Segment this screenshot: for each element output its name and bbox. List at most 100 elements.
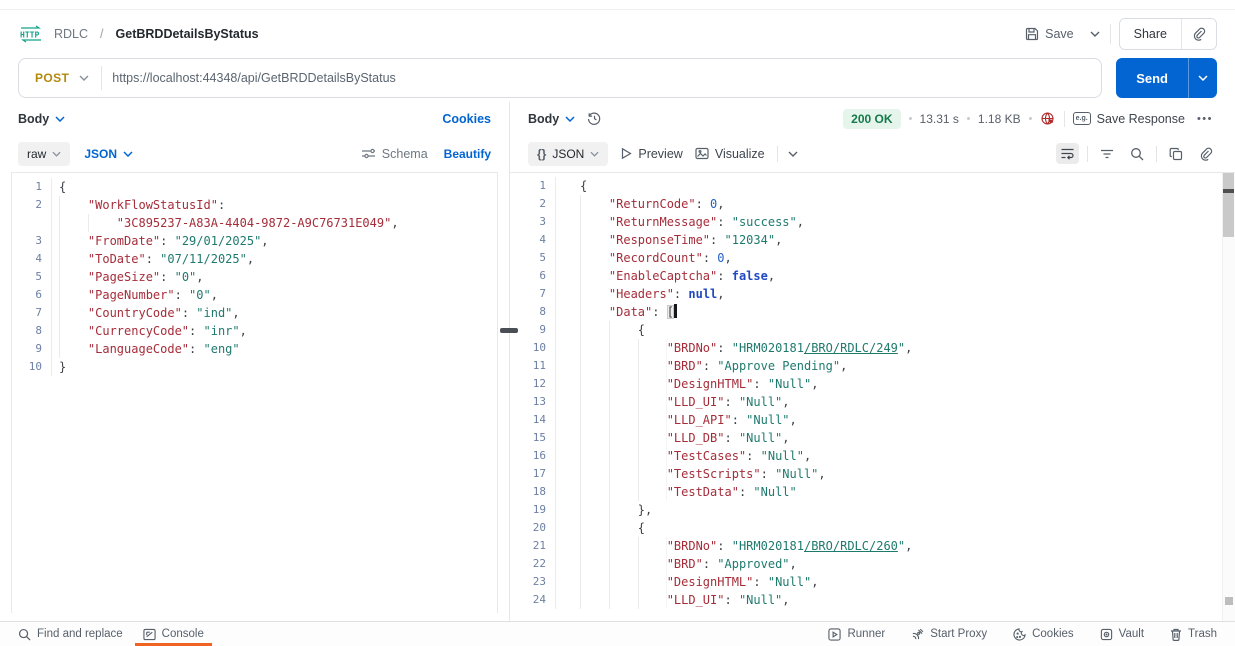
code-line[interactable]: 12"DesignHTML": "Null", xyxy=(510,375,1235,393)
code-line[interactable]: 1{ xyxy=(510,177,1235,195)
url-input[interactable] xyxy=(102,71,1101,85)
code-line[interactable]: 14"LLD_API": "Null", xyxy=(510,411,1235,429)
code-line[interactable]: 24"LLD_UI": "Null", xyxy=(510,591,1235,609)
code-line[interactable]: 4"ToDate": "07/11/2025", xyxy=(12,250,497,268)
code-content: "CurrencyCode": "inr", xyxy=(59,322,247,340)
meta-dot xyxy=(1029,117,1032,120)
line-number: 6 xyxy=(12,286,52,304)
save-response-button[interactable]: e.g. Save Response xyxy=(1073,112,1185,126)
method-selector[interactable]: POST xyxy=(19,71,101,85)
paperclip-icon xyxy=(1192,27,1206,41)
response-language-selector[interactable]: {} JSON xyxy=(528,142,608,166)
find-and-replace-button[interactable]: Find and replace xyxy=(10,622,131,646)
code-line[interactable]: 6"EnableCaptcha": false, xyxy=(510,267,1235,285)
body-format-selector[interactable]: raw xyxy=(18,142,70,166)
console-button[interactable]: Console xyxy=(135,622,212,646)
status-badge[interactable]: 200 OK xyxy=(843,109,900,129)
code-line[interactable]: 22"BRD": "Approved", xyxy=(510,555,1235,573)
code-line[interactable]: 16"TestCases": "Null", xyxy=(510,447,1235,465)
code-line[interactable]: 18"TestData": "Null" xyxy=(510,483,1235,501)
code-line[interactable]: 9{ xyxy=(510,321,1235,339)
filter-button[interactable] xyxy=(1096,144,1118,164)
view-options-button[interactable] xyxy=(784,147,802,161)
start-proxy-button[interactable]: Start Proxy xyxy=(903,622,995,646)
code-line[interactable]: 21"BRDNo": "HRM020181/BRO/RDLC/260", xyxy=(510,537,1235,555)
code-content: { xyxy=(580,519,645,537)
code-line[interactable]: 13"LLD_UI": "Null", xyxy=(510,393,1235,411)
beautify-button[interactable]: Beautify xyxy=(444,147,491,161)
breadcrumb-collection[interactable]: RDLC xyxy=(54,27,88,41)
scrollbar-thumb[interactable] xyxy=(1223,173,1234,237)
code-content: "ReturnMessage": "success", xyxy=(580,213,804,231)
vault-button[interactable]: Vault xyxy=(1092,622,1152,646)
schema-button[interactable]: Schema xyxy=(361,147,428,161)
code-line[interactable]: 6 "PageNumber": "0", xyxy=(12,286,497,304)
code-line[interactable]: 10"BRDNo": "HRM020181/BRO/RDLC/249", xyxy=(510,339,1235,357)
code-line[interactable]: 7"Headers": null, xyxy=(510,285,1235,303)
share-button[interactable]: Share xyxy=(1120,19,1181,49)
code-content: "Data": [ xyxy=(580,303,677,321)
response-size[interactable]: 1.18 KB xyxy=(978,112,1021,126)
response-time[interactable]: 13.31 s xyxy=(920,112,959,126)
image-icon xyxy=(695,147,709,160)
code-line[interactable]: 23"DesignHTML": "Null", xyxy=(510,573,1235,591)
code-line[interactable]: 8"Data": [ xyxy=(510,303,1235,321)
runner-button[interactable]: Runner xyxy=(820,622,893,646)
network-warning-icon[interactable] xyxy=(1040,111,1056,127)
body-language-selector[interactable]: JSON xyxy=(84,147,133,161)
code-line[interactable]: 7"CountryCode": "ind", xyxy=(12,304,497,322)
code-line[interactable]: 9"LanguageCode": "eng" xyxy=(12,340,497,358)
code-line[interactable]: 2"ReturnCode": 0, xyxy=(510,195,1235,213)
code-line[interactable]: 5"PageSize": "0", xyxy=(12,268,497,286)
response-body-editor[interactable]: 1{2"ReturnCode": 0,3"ReturnMessage": "su… xyxy=(510,172,1235,621)
chevron-down-icon xyxy=(788,151,798,157)
search-response-button[interactable] xyxy=(1126,143,1148,165)
response-history-button[interactable] xyxy=(583,107,606,130)
code-line[interactable]: 17"TestScripts": "Null", xyxy=(510,465,1235,483)
code-line[interactable]: 11"BRD": "Approve Pending", xyxy=(510,357,1235,375)
code-content: "DesignHTML": "Null", xyxy=(580,573,818,591)
save-options-button[interactable] xyxy=(1088,25,1102,43)
code-line[interactable]: 3"ReturnMessage": "success", xyxy=(510,213,1235,231)
code-content: "PageNumber": "0", xyxy=(59,286,218,304)
line-number: 11 xyxy=(510,357,556,375)
line-number: 4 xyxy=(12,250,52,268)
copy-response-button[interactable] xyxy=(1165,143,1187,165)
line-number: 1 xyxy=(12,178,52,196)
code-line[interactable]: 5"RecordCount": 0, xyxy=(510,249,1235,267)
response-more-options-button[interactable]: ••• xyxy=(1193,109,1217,129)
line-number: 14 xyxy=(510,411,556,429)
line-number: 6 xyxy=(510,267,556,285)
wrap-text-button[interactable] xyxy=(1056,143,1079,164)
line-number: 7 xyxy=(510,285,556,303)
share-group: Share xyxy=(1119,18,1217,50)
code-line[interactable]: 15"LLD_DB": "Null", xyxy=(510,429,1235,447)
line-number: 22 xyxy=(510,555,556,573)
response-section-selector[interactable]: Body xyxy=(528,112,575,126)
send-button[interactable]: Send xyxy=(1116,58,1188,98)
cookies-link[interactable]: Cookies xyxy=(442,112,491,126)
code-line[interactable]: 4"ResponseTime": "12034", xyxy=(510,231,1235,249)
save-button[interactable]: Save xyxy=(1019,21,1080,47)
cookies-button[interactable]: Cookies xyxy=(1005,622,1082,646)
visualize-tab[interactable]: Visualize xyxy=(695,147,765,161)
request-body-toolbar: Body Cookies xyxy=(0,102,509,135)
code-line[interactable]: 10} xyxy=(12,358,497,376)
trash-button[interactable]: Trash xyxy=(1162,622,1225,646)
code-line[interactable]: 19}, xyxy=(510,501,1235,519)
code-content: "RecordCount": 0, xyxy=(580,249,732,267)
save-response-label: Save Response xyxy=(1097,112,1185,126)
request-section-selector[interactable]: Body xyxy=(18,112,65,126)
code-line[interactable]: 3"FromDate": "29/01/2025", xyxy=(12,232,497,250)
request-body-editor[interactable]: 1{2"WorkFlowStatusId":"3C895237-A83A-440… xyxy=(11,172,498,613)
code-line[interactable]: 8"CurrencyCode": "inr", xyxy=(12,322,497,340)
preview-tab[interactable]: Preview xyxy=(620,147,682,161)
response-link-button[interactable] xyxy=(1195,143,1217,165)
code-line[interactable]: 2"WorkFlowStatusId": xyxy=(12,196,497,214)
code-line[interactable]: 1{ xyxy=(12,178,497,196)
code-line[interactable]: 20{ xyxy=(510,519,1235,537)
copy-link-button[interactable] xyxy=(1182,19,1216,49)
code-line[interactable]: "3C895237-A83A-4404-9872-A9C76731E049", xyxy=(12,214,497,232)
send-options-button[interactable] xyxy=(1188,58,1217,98)
postman-app: HTTP RDLC / GetBRDDetailsByStatus Save xyxy=(0,0,1235,646)
